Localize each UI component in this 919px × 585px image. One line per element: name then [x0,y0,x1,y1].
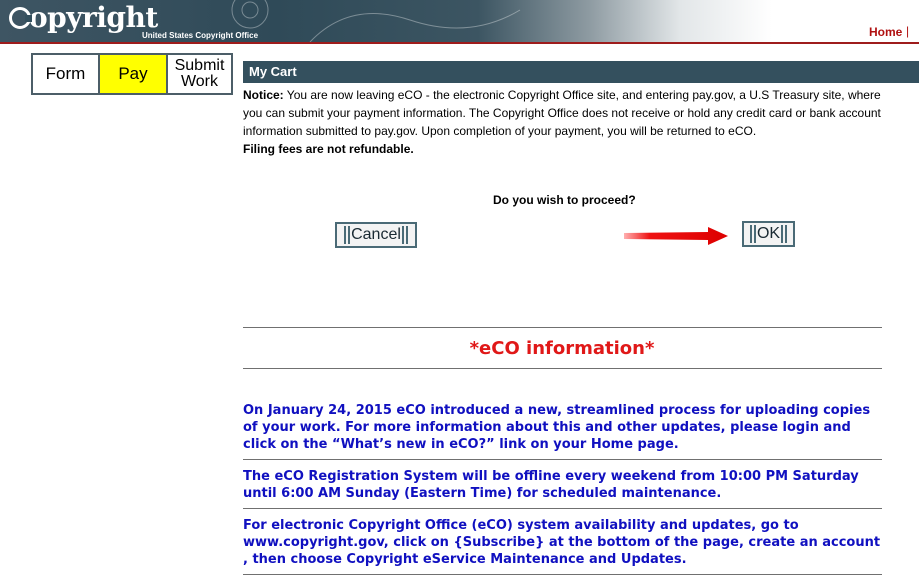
info-message-2: The eCO Registration System will be offl… [243,469,859,501]
divider-msg2 [243,508,882,509]
proceed-question: Do you wish to proceed? [493,193,636,207]
divider-msg1 [243,459,882,460]
logo-text: opyright [29,1,158,34]
my-cart-header: My Cart [243,61,919,83]
header-rule [0,42,919,44]
copyright-c-icon [9,7,32,29]
cancel-button[interactable]: Cancel [335,222,417,248]
divider-top [243,327,882,328]
step-navigation: Form Pay Submit Work [31,53,233,95]
info-message-1: On January 24, 2015 eCO introduced a new… [243,403,871,452]
logo-subtitle: United States Copyright Office [142,31,259,40]
home-link[interactable]: Home [869,25,902,39]
divider-title [243,368,882,369]
info-message-3: For electronic Copyright Office (eCO) sy… [243,518,881,567]
header-banner: opyright United States Copyright Office … [0,0,919,42]
step-pay[interactable]: Pay [100,55,168,93]
eco-info-title: *eCO information* [469,338,655,359]
divider-msg3 [243,574,882,575]
step-form[interactable]: Form [33,55,100,93]
cancel-label: Cancel [351,226,401,243]
red-right-arrow-icon [624,227,728,245]
payment-notice: Notice: You are now leaving eCO - the el… [243,86,891,158]
step-submit-line2: Work [180,73,219,90]
notice-text: You are now leaving eCO - the electronic… [243,88,881,138]
copyright-logo[interactable]: opyright [9,3,158,33]
step-submit-work[interactable]: Submit Work [168,55,231,93]
header-separator: | [906,24,910,38]
ok-label: OK [756,225,781,242]
fees-note: Filing fees are not refundable. [243,142,414,156]
notice-label: Notice: [243,88,284,102]
ok-button[interactable]: OK [742,221,795,247]
step-submit-line1: Submit [174,57,225,74]
